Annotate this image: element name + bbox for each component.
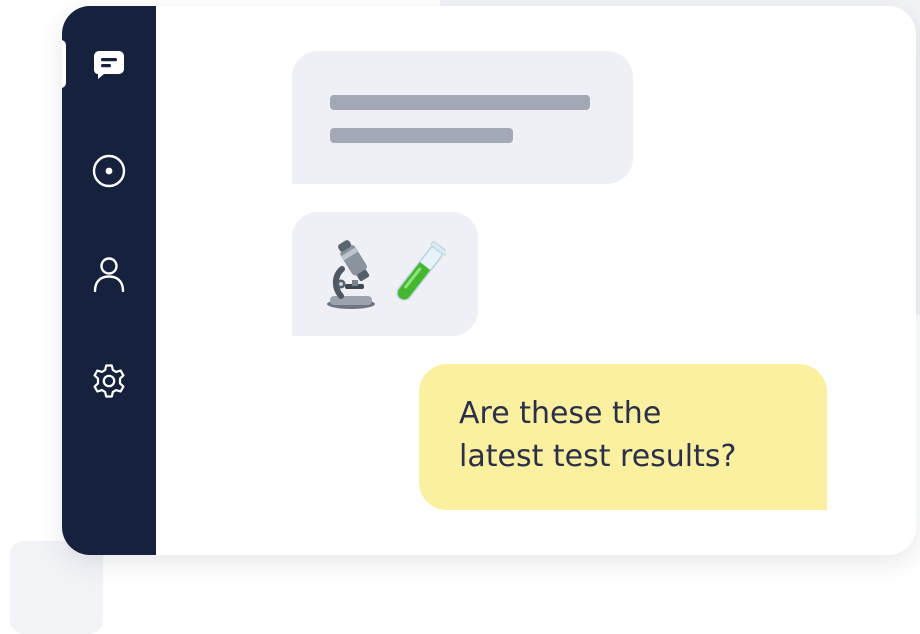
chat-bubble-icon <box>94 51 124 79</box>
radio-circle-icon <box>92 154 126 188</box>
sidebar-item-radio[interactable] <box>85 147 133 195</box>
sidebar-item-settings[interactable] <box>85 357 133 405</box>
test-tube-icon <box>396 241 446 301</box>
message-text-placeholder-line <box>330 95 590 110</box>
sidebar <box>62 6 156 555</box>
microscope-icon <box>327 240 375 309</box>
sidebar-item-chat[interactable] <box>85 40 133 88</box>
gear-icon <box>93 364 125 398</box>
chat-app-window: Are these the latest test results? <box>62 6 916 555</box>
chat-message-area: Are these the latest test results? <box>156 6 916 555</box>
sidebar-item-profile[interactable] <box>85 251 133 299</box>
message-text-placeholder-line <box>330 128 513 143</box>
outgoing-message-text: Are these the latest test results? <box>459 396 737 474</box>
incoming-message-bubble <box>292 51 633 184</box>
incoming-emoji-message-bubble <box>292 212 478 336</box>
active-nav-indicator <box>62 40 66 88</box>
user-icon <box>93 257 125 293</box>
outgoing-message-bubble: Are these the latest test results? <box>419 364 827 510</box>
